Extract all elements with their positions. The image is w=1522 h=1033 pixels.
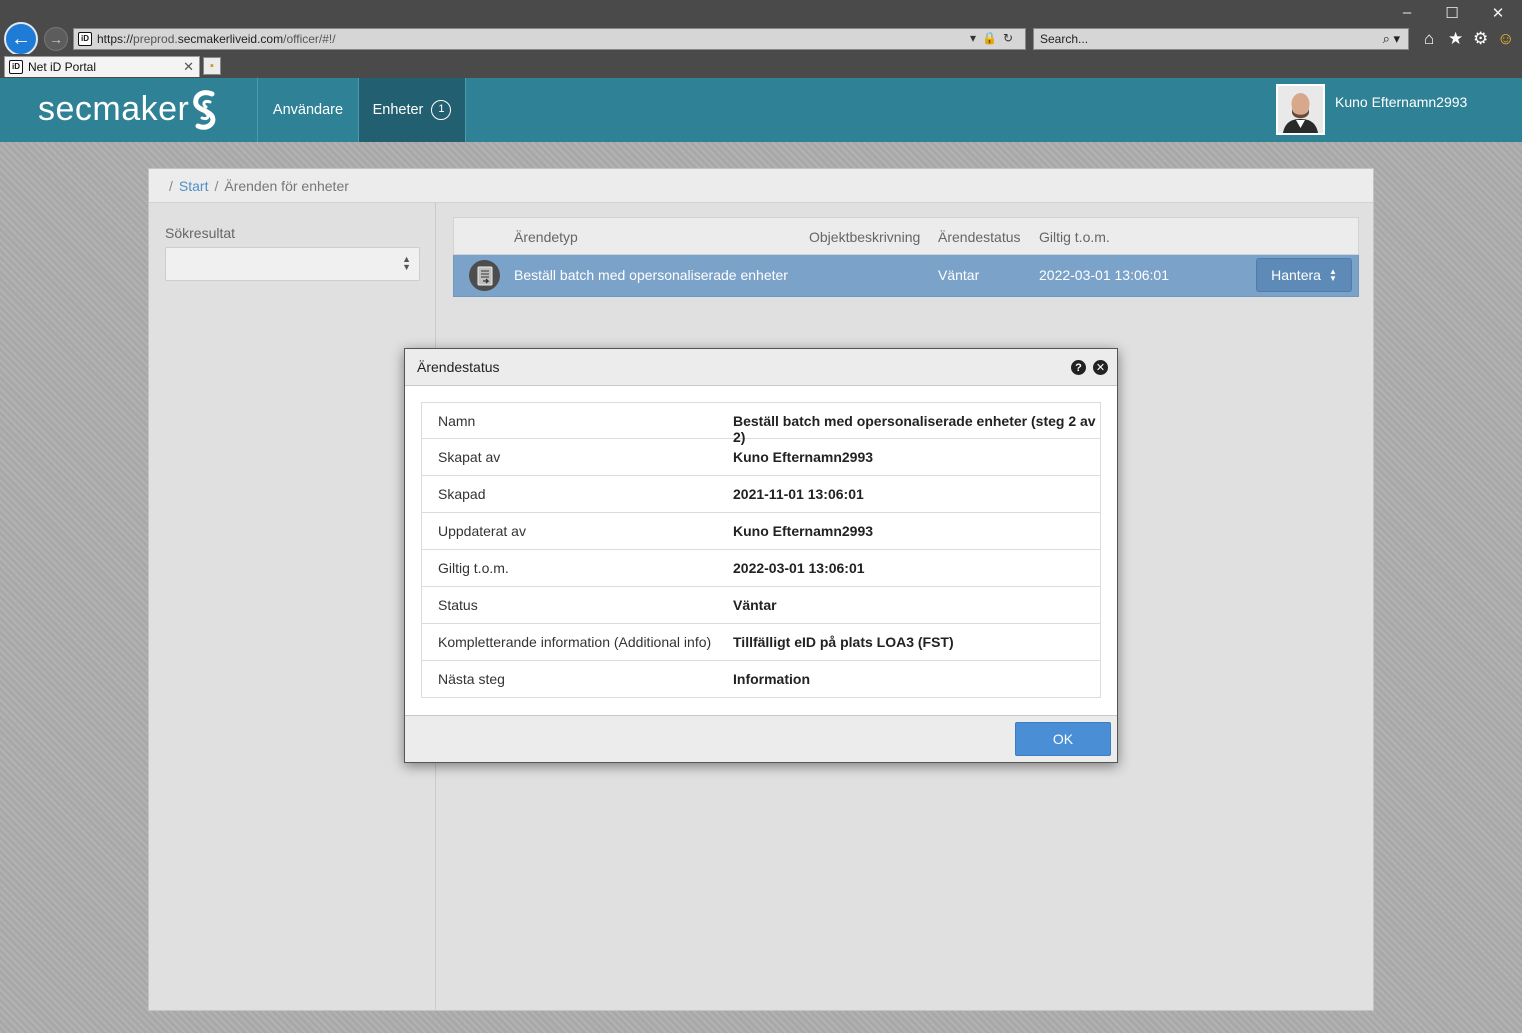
breadcrumb: / Start / Ärenden för enheter (149, 169, 1373, 203)
search-icon[interactable]: ⌕ ▾ (1383, 31, 1400, 47)
detail-row-created: Skapad 2021-11-01 13:06:01 (421, 476, 1101, 513)
window-minimize-button[interactable]: – (1392, 4, 1422, 21)
address-url[interactable]: https://preprod.secmakerliveid.com/offic… (97, 32, 336, 46)
detail-row-updated-by: Uppdaterat av Kuno Efternamn2993 (421, 513, 1101, 550)
column-header-valid-until[interactable]: Giltig t.o.m. (1039, 229, 1110, 245)
tab-favicon-icon: iD (9, 60, 23, 74)
address-bar[interactable]: iD https://preprod.secmakerliveid.com/of… (73, 28, 1026, 50)
valid-until-cell: 2022-03-01 13:06:01 (1039, 267, 1169, 283)
column-header-case-type[interactable]: Ärendetyp (514, 229, 578, 245)
new-tab-button[interactable]: ▪ (203, 57, 221, 75)
detail-row-created-by: Skapat av Kuno Efternamn2993 (421, 439, 1101, 476)
favorites-star-icon[interactable]: ★ (1448, 29, 1463, 49)
table-header: Ärendetyp Objektbeskrivning Ärendestatus… (453, 217, 1359, 255)
refresh-icon[interactable]: ↻ (1003, 31, 1019, 45)
brand-logo-text[interactable]: secmaker (38, 90, 189, 129)
cases-table: Ärendetyp Objektbeskrivning Ärendestatus… (453, 217, 1359, 297)
tab-close-icon[interactable]: ✕ (183, 59, 194, 75)
dialog-footer: OK (405, 715, 1117, 762)
tab-title: Net iD Portal (28, 60, 97, 74)
dropdown-icon[interactable]: ▾ (970, 31, 982, 45)
detail-row-valid-until: Giltig t.o.m. 2022-03-01 13:06:01 (421, 550, 1101, 587)
forward-button[interactable]: → (44, 27, 68, 51)
case-status-cell: Väntar (938, 267, 980, 283)
dialog-header: Ärendestatus ? ✕ (405, 349, 1117, 386)
arrow-right-icon: → (49, 31, 63, 47)
table-row[interactable]: Beställ batch med opersonaliserade enhet… (453, 255, 1359, 297)
user-avatar[interactable] (1276, 84, 1325, 135)
column-header-object-description[interactable]: Objektbeskrivning (809, 229, 920, 245)
sort-updown-icon: ▲ ▼ (402, 254, 411, 272)
home-icon[interactable]: ⌂ (1424, 29, 1434, 49)
case-status-dialog: Ärendestatus ? ✕ Namn Beställ batch med o… (404, 348, 1118, 763)
browser-search-input[interactable]: Search... ⌕ ▾ (1033, 28, 1409, 50)
dialog-title: Ärendestatus (417, 359, 500, 375)
site-favicon-icon: iD (78, 32, 92, 46)
search-results-select[interactable]: ▲ ▼ (165, 247, 420, 281)
detail-row-next-step: Nästa steg Information (421, 661, 1101, 698)
window-maximize-button[interactable]: ☐ (1437, 4, 1467, 22)
user-name[interactable]: Kuno Efternamn2993 (1335, 94, 1467, 110)
sidebar: Sökresultat ▲ ▼ (149, 203, 436, 1011)
dialog-details-table: Namn Beställ batch med opersonaliserade e… (421, 402, 1101, 698)
updown-caret-icon: ▲ ▼ (1328, 267, 1337, 283)
detail-row-status: Status Väntar (421, 587, 1101, 624)
case-type-cell: Beställ batch med opersonaliserade enhet… (514, 267, 788, 283)
tab-strip (0, 54, 1522, 78)
close-icon[interactable]: ✕ (1093, 360, 1108, 375)
settings-gear-icon[interactable]: ⚙ (1473, 29, 1488, 49)
smiley-feedback-icon[interactable]: ☺ (1497, 29, 1514, 49)
detail-row-additional-info: Kompletterande information (Additional i… (421, 624, 1101, 661)
lock-icon[interactable]: 🔒 (982, 31, 1003, 45)
column-header-case-status[interactable]: Ärendestatus (938, 229, 1021, 245)
search-results-label: Sökresultat (165, 225, 236, 241)
help-icon[interactable]: ? (1071, 360, 1086, 375)
nav-devices[interactable]: Enheter 1 (358, 78, 466, 145)
detail-row-name: Namn Beställ batch med opersonaliserade e… (421, 402, 1101, 445)
devices-count-badge: 1 (431, 100, 452, 120)
back-button[interactable]: ← (4, 22, 38, 56)
secmaker-logo-icon (193, 90, 216, 130)
browser-tab[interactable]: iD Net iD Portal ✕ (4, 56, 200, 77)
manage-button[interactable]: Hantera ▲ ▼ (1256, 258, 1352, 292)
window-close-button[interactable]: ✕ (1483, 4, 1513, 22)
arrow-left-icon: ← (11, 27, 31, 50)
breadcrumb-start-link[interactable]: Start (179, 178, 209, 194)
document-batch-icon (469, 260, 500, 291)
nav-users[interactable]: Användare (257, 78, 358, 142)
breadcrumb-current: Ärenden för enheter (224, 178, 349, 194)
ok-button[interactable]: OK (1015, 722, 1111, 756)
